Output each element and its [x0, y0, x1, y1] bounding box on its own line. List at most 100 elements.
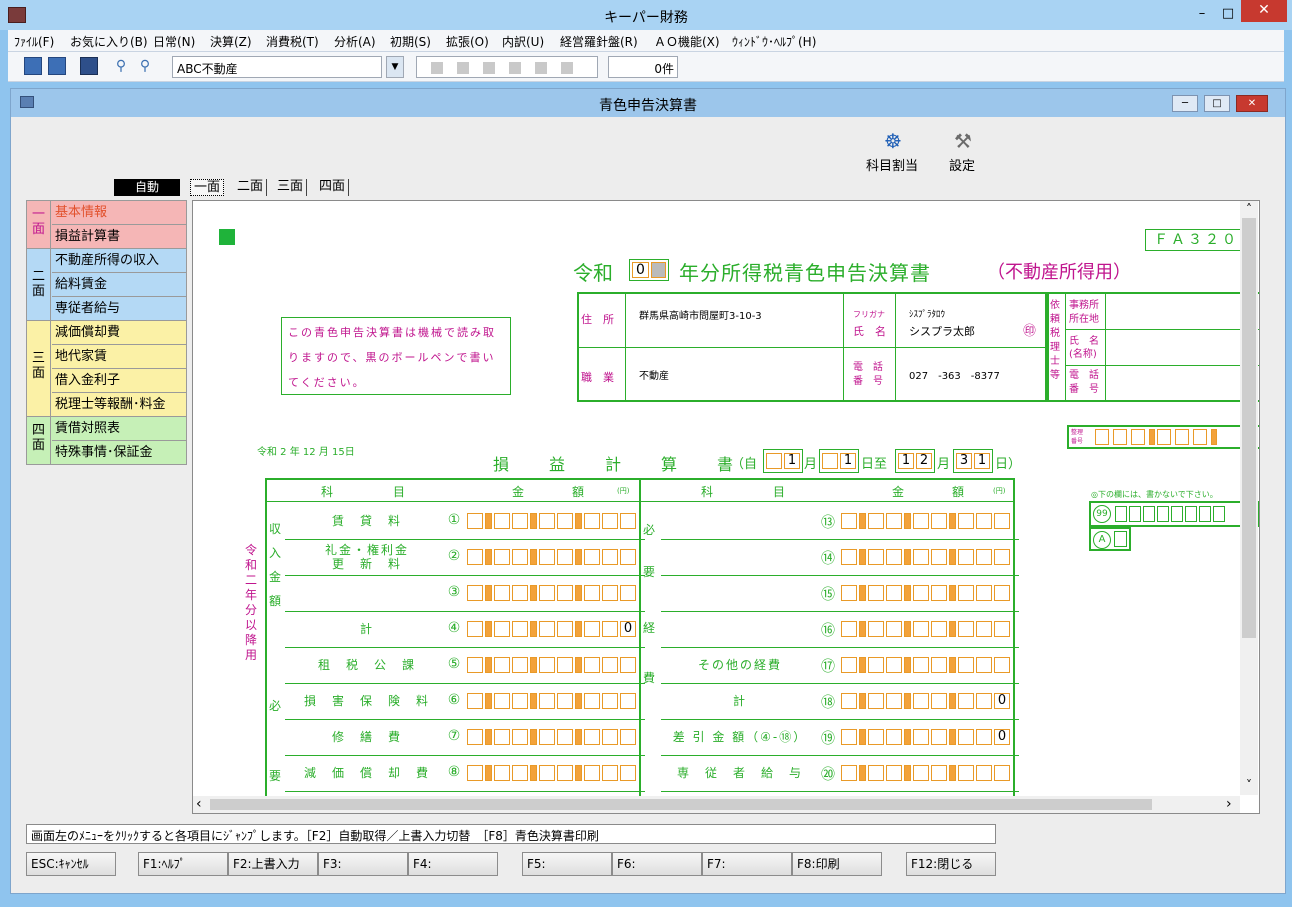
left-amount-digit[interactable]: [602, 657, 618, 673]
scroll-right-icon[interactable]: ›: [1226, 796, 1232, 812]
child-restore-button[interactable]: □: [1204, 95, 1230, 112]
f5-button[interactable]: F5:: [522, 852, 612, 876]
left-amount-digit[interactable]: [584, 693, 600, 709]
left-amount-digit[interactable]: [467, 657, 483, 673]
right-amount-digit[interactable]: [976, 693, 992, 709]
right-amount-digit[interactable]: [958, 585, 974, 601]
left-amount-digit[interactable]: [584, 621, 600, 637]
left-amount-digit[interactable]: [539, 513, 555, 529]
right-amount-digit[interactable]: [868, 693, 884, 709]
name-value[interactable]: シスプラ太郎: [909, 323, 975, 339]
left-amount-digit[interactable]: [494, 765, 510, 781]
left-amount-digit[interactable]: [557, 513, 573, 529]
auto-badge[interactable]: 自動: [114, 179, 180, 196]
to-day-digit-2[interactable]: 1: [974, 453, 990, 469]
left-amount-digit[interactable]: [494, 585, 510, 601]
left-amount-digit[interactable]: [467, 549, 483, 565]
mgmt-digit-2[interactable]: [1113, 429, 1127, 445]
menu-favorites[interactable]: お気に入り(B): [70, 33, 148, 50]
right-amount-digit[interactable]: [886, 549, 902, 565]
right-amount-digit[interactable]: [931, 729, 947, 745]
right-amount-digit[interactable]: [931, 585, 947, 601]
chevron-down-icon[interactable]: ▼: [386, 56, 404, 78]
left-amount-digit[interactable]: [467, 729, 483, 745]
left-amount-digit[interactable]: [557, 585, 573, 601]
nav-item-special[interactable]: 特殊事情･保証金: [52, 441, 187, 465]
right-amount-last-digit[interactable]: [994, 549, 1010, 565]
f7-button[interactable]: F7:: [702, 852, 792, 876]
nav-item-salary[interactable]: 給料賃金: [52, 273, 187, 297]
n99-digit-6[interactable]: [1185, 506, 1197, 522]
n99-digit-5[interactable]: [1171, 506, 1183, 522]
child-close-button[interactable]: ✕: [1236, 95, 1268, 112]
company-select[interactable]: ABC不動産: [172, 56, 382, 78]
menu-initial[interactable]: 初期(S): [390, 33, 431, 50]
n99-digit-8[interactable]: [1213, 506, 1225, 522]
right-amount-digit[interactable]: [886, 765, 902, 781]
menu-extension[interactable]: 拡張(O): [446, 33, 489, 50]
left-amount-digit[interactable]: [494, 729, 510, 745]
job-value[interactable]: 不動産: [639, 367, 669, 382]
left-amount-digit[interactable]: [602, 549, 618, 565]
right-amount-last-digit[interactable]: [994, 621, 1010, 637]
n99-digit-2[interactable]: [1129, 506, 1141, 522]
right-amount-digit[interactable]: [886, 585, 902, 601]
right-amount-digit[interactable]: [958, 621, 974, 637]
right-amount-digit[interactable]: [913, 621, 929, 637]
year-digit-2[interactable]: [651, 262, 666, 278]
right-amount-digit[interactable]: [886, 657, 902, 673]
right-amount-digit[interactable]: [913, 693, 929, 709]
to-month-digit-2[interactable]: 2: [916, 453, 932, 469]
left-amount-digit[interactable]: [539, 693, 555, 709]
f4-button[interactable]: F4:: [408, 852, 498, 876]
scroll-down-icon[interactable]: ˅: [1242, 778, 1256, 792]
left-amount-digit[interactable]: [467, 765, 483, 781]
right-amount-digit[interactable]: [841, 729, 857, 745]
right-amount-digit[interactable]: [913, 765, 929, 781]
right-amount-digit[interactable]: [958, 513, 974, 529]
right-amount-digit[interactable]: [976, 585, 992, 601]
f8-print-button[interactable]: F8:印刷: [792, 852, 882, 876]
left-amount-digit[interactable]: [557, 729, 573, 745]
left-amount-digit[interactable]: [512, 621, 528, 637]
right-amount-digit[interactable]: [868, 621, 884, 637]
left-amount-digit[interactable]: [539, 549, 555, 565]
menu-file[interactable]: ﾌｧｲﾙ(F): [14, 33, 54, 50]
n99-digit-1[interactable]: [1115, 506, 1127, 522]
to-month-digit-1[interactable]: 1: [898, 453, 914, 469]
right-amount-digit[interactable]: [913, 513, 929, 529]
monitor-icon[interactable]: [80, 57, 98, 75]
right-amount-digit[interactable]: [976, 549, 992, 565]
nav-item-basic-info[interactable]: 基本情報: [52, 201, 187, 225]
left-amount-last-digit[interactable]: [620, 729, 636, 745]
screen-add-icon[interactable]: [48, 57, 66, 75]
to-day-digit-1[interactable]: 3: [956, 453, 972, 469]
right-amount-digit[interactable]: [841, 657, 857, 673]
right-amount-digit[interactable]: [976, 657, 992, 673]
left-amount-last-digit[interactable]: [620, 765, 636, 781]
left-amount-digit[interactable]: [494, 693, 510, 709]
f1-help-button[interactable]: F1:ﾍﾙﾌﾟ: [138, 852, 228, 876]
right-amount-digit[interactable]: [976, 765, 992, 781]
left-amount-digit[interactable]: [584, 729, 600, 745]
right-amount-digit[interactable]: [931, 657, 947, 673]
left-amount-digit[interactable]: [539, 621, 555, 637]
scroll-left-icon[interactable]: ‹: [196, 796, 202, 812]
from-day-digit-1[interactable]: [822, 453, 838, 469]
right-amount-last-digit[interactable]: [994, 585, 1010, 601]
f6-button[interactable]: F6:: [612, 852, 702, 876]
left-amount-digit[interactable]: [512, 729, 528, 745]
right-amount-digit[interactable]: [841, 585, 857, 601]
left-amount-digit[interactable]: [512, 765, 528, 781]
nav-item-balance-sheet[interactable]: 賃借対照表: [52, 417, 187, 441]
right-amount-digit[interactable]: [886, 513, 902, 529]
nav-item-tax-fees[interactable]: 税理士等報酬･料金: [52, 393, 187, 417]
menu-consumption-tax[interactable]: 消費税(T): [266, 33, 319, 50]
right-amount-digit[interactable]: [886, 729, 902, 745]
right-amount-digit[interactable]: [868, 585, 884, 601]
left-amount-digit[interactable]: [512, 549, 528, 565]
left-amount-digit[interactable]: [494, 513, 510, 529]
left-amount-digit[interactable]: [539, 585, 555, 601]
left-amount-last-digit[interactable]: [620, 693, 636, 709]
maximize-button[interactable]: □: [1216, 4, 1240, 24]
